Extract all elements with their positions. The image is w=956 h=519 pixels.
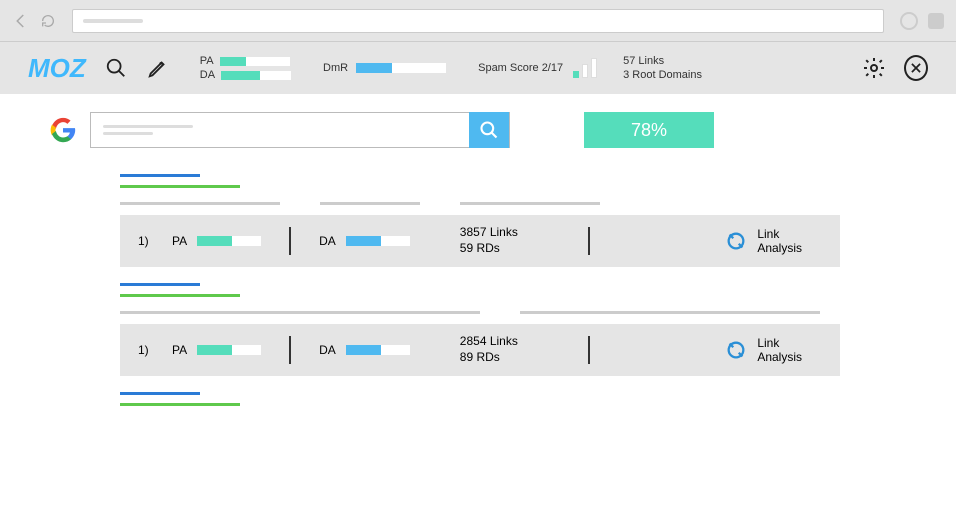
result-block: 1) PA DA 2854 Links 89 RDs Link Analysis: [120, 283, 906, 376]
result-metrics-bar: 1) PA DA 2854 Links 89 RDs Link Analysis: [120, 324, 840, 376]
result-desc-placeholder: [120, 202, 280, 205]
spam-bars-icon: [573, 58, 597, 78]
dmr-bar: [356, 63, 446, 73]
links-count: 3857 Links: [460, 225, 518, 241]
da-label: DA: [200, 69, 215, 81]
da-bar: [346, 345, 410, 355]
search-box[interactable]: [90, 112, 510, 148]
search-input[interactable]: [91, 125, 469, 135]
result-desc-placeholder: [120, 311, 480, 314]
result-title-placeholder: [120, 392, 200, 395]
result-title-placeholder: [120, 174, 200, 177]
serp-area: 78% 1) PA DA 3857 Links: [0, 94, 956, 406]
browser-chrome: [0, 0, 956, 42]
rds-count: 59 RDs: [460, 241, 518, 257]
result-url-placeholder: [120, 403, 240, 406]
dmr-label: DmR: [323, 62, 348, 74]
result-block: 1) PA DA 3857 Links 59 RDs Link Analysis: [120, 174, 906, 267]
dmr-group: DmR: [323, 62, 446, 74]
pa-label: PA: [172, 343, 187, 357]
google-logo-icon: [50, 117, 76, 143]
spam-score: Spam Score 2/17: [478, 58, 597, 78]
result-desc-placeholder: [460, 202, 600, 205]
pa-fill: [220, 57, 247, 66]
url-bar[interactable]: [72, 9, 884, 33]
result-url-placeholder: [120, 294, 240, 297]
moz-toolbar: MOZ PA DA DmR Spam Score 2/17 57 Links 3…: [0, 42, 956, 94]
result-desc-placeholder: [320, 202, 420, 205]
pa-bar: [197, 345, 261, 355]
da-label: DA: [319, 343, 336, 357]
link-analysis-label: Link Analysis: [757, 336, 802, 365]
result-index: 1): [138, 343, 162, 357]
links-col: 2854 Links 89 RDs: [460, 334, 518, 365]
pa-da-group: PA DA: [200, 55, 291, 81]
back-icon[interactable]: [12, 12, 30, 30]
link-summary: 57 Links 3 Root Domains: [623, 54, 702, 83]
links-count: 57 Links: [623, 54, 702, 68]
separator: [289, 336, 291, 364]
separator: [588, 336, 590, 364]
results-list: 1) PA DA 3857 Links 59 RDs Link Analysis: [120, 174, 906, 406]
da-bar: [346, 236, 410, 246]
chrome-square-icon: [928, 13, 944, 29]
pa-bar: [220, 57, 290, 66]
close-icon[interactable]: [904, 56, 928, 80]
da-label: DA: [319, 234, 336, 248]
da-fill: [221, 71, 260, 80]
moz-logo: MOZ: [28, 53, 86, 84]
result-title-placeholder: [120, 283, 200, 286]
rds-count: 89 RDs: [460, 350, 518, 366]
pa-bar: [197, 236, 261, 246]
result-metrics-bar: 1) PA DA 3857 Links 59 RDs Link Analysis: [120, 215, 840, 267]
target-icon: [725, 339, 747, 361]
root-domains-count: 3 Root Domains: [623, 68, 702, 82]
chrome-circle-icon: [900, 12, 918, 30]
dmr-fill: [356, 63, 392, 73]
da-bar: [221, 71, 291, 80]
link-analysis-button[interactable]: Link Analysis: [725, 336, 822, 365]
links-count: 2854 Links: [460, 334, 518, 350]
target-icon: [725, 230, 747, 252]
link-analysis-button[interactable]: Link Analysis: [725, 227, 822, 256]
separator: [588, 227, 590, 255]
result-index: 1): [138, 234, 162, 248]
result-block: [120, 392, 906, 406]
refresh-icon[interactable]: [40, 13, 56, 29]
pa-label: PA: [172, 234, 187, 248]
pa-label: PA: [200, 55, 214, 67]
spam-label: Spam Score 2/17: [478, 62, 563, 74]
percent-badge: 78%: [584, 112, 714, 148]
pencil-icon[interactable]: [146, 56, 170, 80]
search-row: 78%: [50, 112, 906, 148]
search-icon[interactable]: [104, 56, 128, 80]
search-button[interactable]: [469, 112, 509, 148]
link-analysis-label: Link Analysis: [757, 227, 802, 256]
gear-icon[interactable]: [862, 56, 886, 80]
result-url-placeholder: [120, 185, 240, 188]
result-desc-placeholder: [520, 311, 820, 314]
links-col: 3857 Links 59 RDs: [460, 225, 518, 256]
separator: [289, 227, 291, 255]
